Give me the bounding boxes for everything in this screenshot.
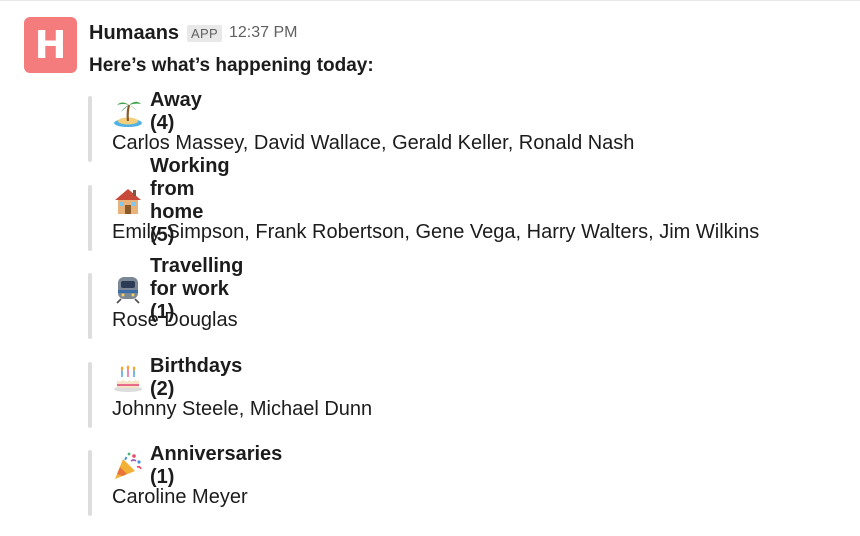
quote-bar	[88, 450, 92, 516]
message-header: Humaans APP 12:37 PM	[89, 20, 297, 46]
island-icon	[112, 96, 144, 128]
section-heading: Travelling for work (1)	[112, 255, 243, 323]
avatar[interactable]: H	[24, 17, 77, 73]
party-popper-icon	[112, 450, 144, 482]
section-people: Carlos Massey, David Wallace, Gerald Kel…	[112, 132, 635, 154]
app-badge: APP	[187, 24, 222, 42]
section-heading: Birthdays (2)	[112, 355, 242, 400]
train-icon	[112, 273, 144, 305]
section-people: Caroline Meyer	[112, 486, 248, 508]
section-title: Anniversaries (1)	[150, 443, 283, 488]
section-heading: Working from home (5)	[112, 155, 230, 246]
quote-bar	[88, 273, 92, 339]
sender-name[interactable]: Humaans	[89, 22, 179, 45]
section-title: Away (4)	[150, 89, 202, 134]
section-heading: Anniversaries (1)	[112, 443, 282, 488]
message-timestamp[interactable]: 12:37 PM	[229, 24, 297, 42]
quote-bar	[88, 185, 92, 251]
quote-bar	[88, 96, 92, 162]
avatar-letter: H	[34, 23, 67, 67]
message-intro: Here’s what’s happening today:	[89, 55, 374, 76]
section-title: Birthdays (2)	[150, 355, 243, 400]
top-divider	[0, 0, 860, 1]
cake-icon	[112, 362, 144, 394]
house-icon	[112, 185, 144, 217]
quote-bar	[88, 362, 92, 428]
section-people: Emily Simpson, Frank Robertson, Gene Veg…	[112, 221, 760, 243]
section-people: Johnny Steele, Michael Dunn	[112, 398, 373, 420]
section-heading: Away (4)	[112, 89, 202, 134]
section-people: Rose Douglas	[112, 309, 238, 331]
